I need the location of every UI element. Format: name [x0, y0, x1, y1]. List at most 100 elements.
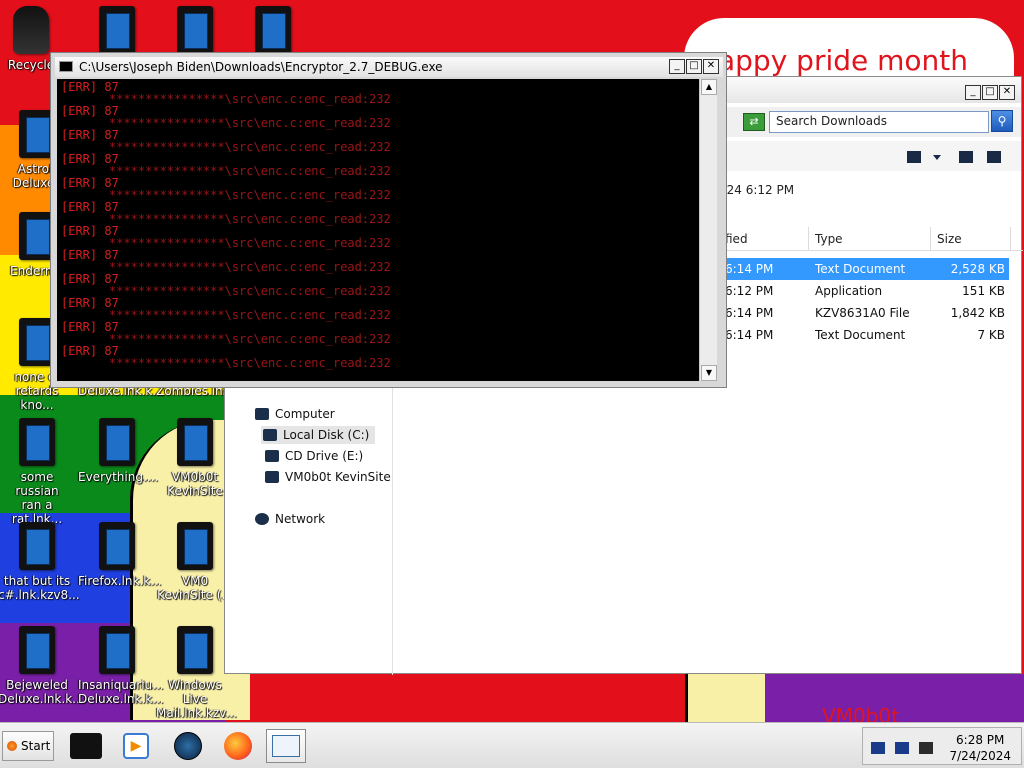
windows-orb-icon [7, 741, 17, 751]
shortcut-icon [19, 626, 55, 674]
desktop-icon-label: Everything.... [78, 470, 159, 484]
console-detail-line: ****************\src\enc.c:enc_read:232 [109, 236, 391, 250]
console-detail-line: ****************\src\enc.c:enc_read:232 [109, 116, 391, 130]
nav-item-network[interactable]: Network [255, 512, 325, 526]
scroll-up-icon[interactable]: ▲ [701, 79, 717, 95]
nav-label: CD Drive (E:) [285, 449, 364, 463]
desktop-icon-top-2[interactable] [156, 6, 234, 58]
minimize-button[interactable]: _ [669, 59, 685, 74]
file-type: KZV8631A0 File [815, 306, 910, 320]
nav-item-vm0b0t-kevinsite[interactable]: VM0b0t KevinSite [265, 470, 391, 484]
desktop-icon-top-1[interactable] [78, 6, 156, 58]
desktop-icon-top-3[interactable] [234, 6, 312, 58]
maximize-button[interactable]: □ [982, 85, 998, 100]
desktop-icon-label: Bejeweled Deluxe.lnk.k... [0, 678, 84, 706]
desktop-icon-vm0-kevinsite[interactable]: VM0 KevinSite (... [156, 522, 234, 602]
shortcut-icon [99, 626, 135, 674]
views-icon[interactable] [907, 151, 921, 163]
firefox-icon [224, 732, 252, 760]
refresh-button[interactable]: ⇄ [743, 113, 765, 131]
search-input[interactable]: Search Downloads [769, 111, 989, 133]
monitor-icon[interactable] [895, 742, 909, 754]
shortcut-icon [255, 6, 291, 54]
nav-item-cd-drive[interactable]: CD Drive (E:) [265, 449, 363, 463]
nav-item-local-disk[interactable]: Local Disk (C:) [261, 426, 376, 444]
desktop-icon-label: VM0b0t KevinSite [167, 470, 223, 498]
shortcut-icon [99, 522, 135, 570]
taskbar-app-console[interactable] [66, 729, 106, 763]
console-app-icon [70, 733, 102, 759]
console-detail-line: ****************\src\enc.c:enc_read:232 [109, 140, 391, 154]
details-modified: 024 6:12 PM [719, 183, 795, 197]
nav-item-computer[interactable]: Computer [255, 407, 335, 421]
console-scrollbar[interactable]: ▲ ▼ [699, 79, 717, 381]
taskbar-app-media-player[interactable]: ▶ [116, 729, 156, 763]
console-output[interactable]: [ERR] 87 ****************\src\enc.c:enc_r… [57, 79, 699, 381]
volume-icon[interactable] [919, 742, 933, 754]
network-status-icon[interactable] [871, 742, 885, 754]
clock-date: 7/24/2024 [949, 749, 1011, 763]
desktop-icon-label: Insaniquariu... Deluxe.lnk.k... [78, 678, 164, 706]
console-window-controls: _ □ ✕ [669, 59, 719, 74]
nav-label: Local Disk (C:) [283, 428, 370, 442]
maximize-button[interactable]: □ [686, 59, 702, 74]
console-detail-line: ****************\src\enc.c:enc_read:232 [109, 92, 391, 106]
desktop-icon-vm0b0t-kevinsite[interactable]: VM0b0t KevinSite [156, 418, 234, 498]
taskbar: Start ▶ 6:28 PM 7/24/2024 [0, 722, 1024, 768]
console-detail-line: ****************\src\enc.c:enc_read:232 [109, 164, 391, 178]
console-titlebar[interactable]: C:\Users\Joseph Biden\Downloads\Encrypto… [55, 57, 723, 77]
desktop-icon-bejeweled[interactable]: Bejeweled Deluxe.lnk.k... [0, 626, 84, 706]
start-button[interactable]: Start [2, 731, 54, 761]
explorer-window-controls: _ □ ✕ [965, 85, 1015, 100]
recycle-bin-icon [13, 6, 49, 54]
taskbar-app-firefox[interactable] [218, 729, 258, 763]
file-size: 151 KB [962, 284, 1005, 298]
wall-bottom-cream [685, 674, 765, 722]
chevron-down-icon[interactable] [933, 155, 941, 161]
preview-pane-icon[interactable] [959, 151, 973, 163]
close-button[interactable]: ✕ [703, 59, 719, 74]
taskbar-app-browser[interactable] [168, 729, 208, 763]
nav-label: VM0b0t KevinSite [285, 470, 391, 484]
explorer-app-icon [272, 735, 300, 757]
desktop-icon-label: Firefox.lnk.k... [78, 574, 162, 588]
shortcut-icon [177, 6, 213, 54]
shortcut-icon [19, 418, 55, 466]
cd-drive-icon [265, 450, 279, 462]
file-modified: 6:14 PM [725, 328, 774, 342]
shortcut-icon [99, 6, 135, 54]
system-clock[interactable]: 6:28 PM 7/24/2024 [949, 732, 1011, 764]
file-modified: 6:14 PM [725, 262, 774, 276]
file-type: Application [815, 284, 883, 298]
desktop-icon-live-mail[interactable]: Windows Live Mail.lnk.kzv... [156, 626, 237, 720]
column-size[interactable]: Size [931, 227, 1011, 251]
pride-sign-text: appy pride month [718, 44, 969, 77]
console-detail-line: ****************\src\enc.c:enc_read:232 [109, 260, 391, 274]
column-modified[interactable]: fied [719, 227, 809, 251]
file-modified: 6:12 PM [725, 284, 774, 298]
desktop-icon-firefox[interactable]: Firefox.lnk.k... [78, 522, 162, 588]
file-modified: 6:14 PM [725, 306, 774, 320]
computer-icon [255, 408, 269, 420]
desktop-icon-russian-rat[interactable]: some russian ran a rat.lnk... [0, 418, 76, 526]
desktop-icon-that-but-csharp[interactable]: that but its c#.lnk.kzv8... [0, 522, 80, 602]
nav-label: Network [275, 512, 326, 526]
scroll-down-icon[interactable]: ▼ [701, 365, 717, 381]
help-icon[interactable] [987, 151, 1001, 163]
search-icon[interactable]: ⚲ [991, 110, 1013, 132]
close-button[interactable]: ✕ [999, 85, 1015, 100]
desktop-icon-everything[interactable]: Everything.... [78, 418, 159, 484]
console-window[interactable]: C:\Users\Joseph Biden\Downloads\Encrypto… [50, 52, 727, 388]
console-detail-line: ****************\src\enc.c:enc_read:232 [109, 188, 391, 202]
shortcut-icon [19, 522, 55, 570]
network-icon [255, 513, 269, 525]
minimize-button[interactable]: _ [965, 85, 981, 100]
desktop-icon-label: some russian ran a rat.lnk... [11, 470, 63, 526]
console-detail-line: ****************\src\enc.c:enc_read:232 [109, 212, 391, 226]
taskbar-app-explorer[interactable] [266, 729, 306, 763]
column-type[interactable]: Type [809, 227, 931, 251]
console-detail-line: ****************\src\enc.c:enc_read:232 [109, 356, 391, 370]
desktop-icon-label: Windows Live Mail.lnk.kzv... [156, 678, 237, 720]
desktop-icon-insaniquarium[interactable]: Insaniquariu... Deluxe.lnk.k... [78, 626, 164, 706]
file-size: 7 KB [977, 328, 1005, 342]
